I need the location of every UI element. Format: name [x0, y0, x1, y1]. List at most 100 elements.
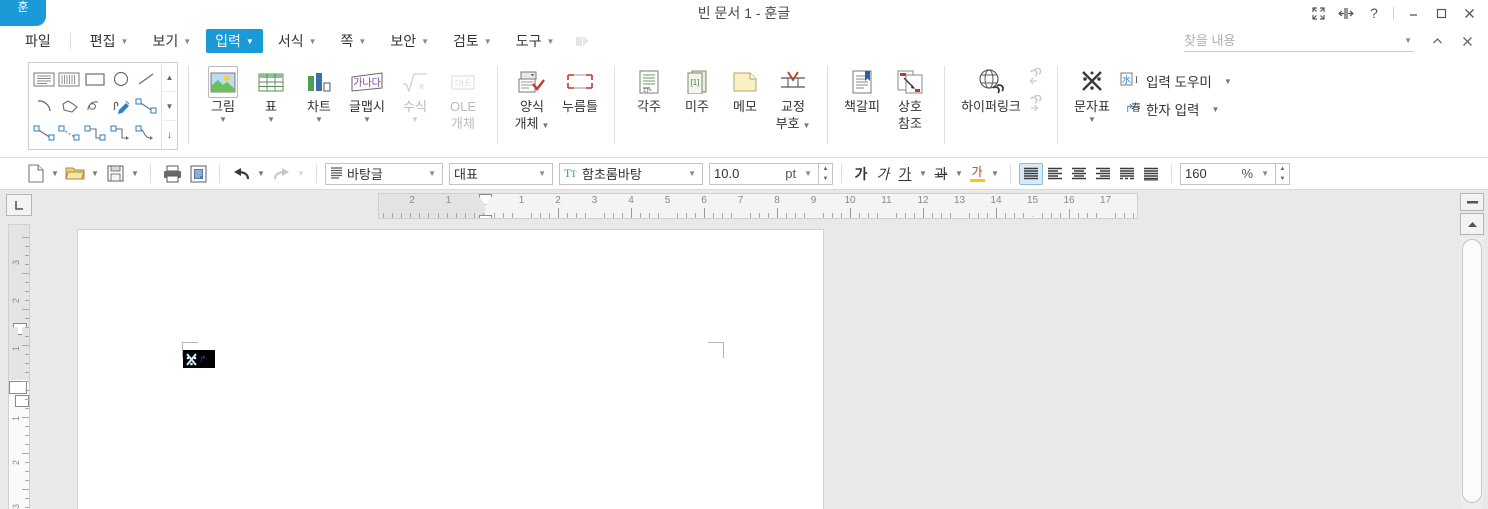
chevron-down-icon[interactable]: ▼ [219, 115, 227, 125]
font-size-select[interactable]: 10.0 pt ▼ [709, 162, 819, 185]
chevron-down-icon[interactable]: ▼ [363, 115, 371, 125]
line-spacing-stepper[interactable]: ▲ ▼ [1276, 162, 1290, 185]
menu-item-page[interactable]: 쪽 ▼ [332, 29, 376, 53]
menu-item-insert[interactable]: 입력 ▼ [206, 29, 263, 53]
field-button[interactable]: 누름틀 [556, 62, 604, 115]
undo-button[interactable] [228, 162, 254, 186]
ellipse-shape[interactable] [108, 66, 134, 93]
shapes-gallery-scrollbar[interactable]: ▲ ▼ ↓ [161, 63, 177, 149]
connector-elbow-shape[interactable] [82, 119, 108, 146]
ruler-tab-stop[interactable] [704, 208, 705, 218]
vertical-indent-marker[interactable] [9, 381, 27, 394]
underline-button[interactable]: 가 [894, 163, 916, 185]
menu-item-view[interactable]: 보기 ▼ [143, 29, 200, 53]
align-right-button[interactable] [1091, 163, 1115, 185]
line-spacing-select[interactable]: 160 % ▼ [1180, 162, 1276, 185]
open-document-button[interactable] [62, 162, 88, 186]
ruler-tab-stop[interactable] [631, 208, 632, 218]
ruler-tab-stop[interactable] [996, 208, 997, 218]
stepper-down-icon[interactable]: ▼ [1276, 174, 1289, 184]
highlight-dropdown-icon[interactable]: ▼ [988, 162, 1002, 186]
freeform-shape[interactable] [57, 93, 83, 120]
bold-button[interactable]: 가 [850, 163, 872, 185]
stepper-up-icon[interactable]: ▲ [819, 164, 832, 174]
print-preview-button[interactable] [185, 162, 211, 186]
endnote-button[interactable]: [1] 미주 [673, 62, 721, 115]
chevron-down-icon[interactable]: ▼ [1257, 169, 1273, 178]
ruler-tab-stop[interactable] [777, 208, 778, 218]
horizontal-ruler[interactable]: 210123456789101112131415161718 [378, 193, 1138, 219]
character-style-select[interactable]: 대표 ▼ [449, 162, 553, 185]
search-box[interactable]: ▼ [1184, 30, 1414, 52]
chevron-down-icon[interactable]: ▼ [534, 169, 550, 178]
save-document-dropdown-icon[interactable]: ▼ [128, 162, 142, 186]
ruler-tab-stop[interactable] [923, 208, 924, 218]
strikethrough-button[interactable]: 과 [930, 163, 952, 185]
menu-item-file[interactable]: 파일 [16, 29, 60, 53]
pen-shape[interactable] [108, 93, 134, 120]
picture-button[interactable]: 그림 ▼ [199, 62, 247, 125]
ribbon-toggle-icon[interactable] [1333, 1, 1359, 25]
expand-window-icon[interactable] [1305, 1, 1331, 25]
new-document-dropdown-icon[interactable]: ▼ [48, 162, 62, 186]
tab-type-button[interactable] [6, 194, 32, 216]
vertical-top-margin-marker[interactable] [13, 323, 27, 335]
highlight-button[interactable]: 가 [966, 163, 988, 185]
right-indent-marker[interactable] [1026, 216, 1040, 218]
wordart-button[interactable]: 가나다 글맵시 ▼ [343, 62, 391, 125]
font-family-select[interactable]: TT 함초롬바탕 ▼ [559, 162, 703, 185]
print-button[interactable] [159, 162, 185, 186]
menu-item-security[interactable]: 보안 ▼ [381, 29, 438, 53]
vertical-bottom-marker[interactable] [15, 395, 29, 407]
chevron-down-icon[interactable]: ▼ [267, 115, 275, 125]
align-divide-button[interactable] [1139, 163, 1163, 185]
table-button[interactable]: 표 ▼ [247, 62, 295, 125]
document-page[interactable]: ↱ [78, 230, 823, 509]
gallery-scroll-up-icon[interactable]: ▲ [162, 63, 177, 92]
hyperlink-button[interactable]: 하이퍼링크 [955, 62, 1027, 115]
align-distribute-button[interactable] [1115, 163, 1139, 185]
strikethrough-dropdown-icon[interactable]: ▼ [952, 162, 966, 186]
chevron-down-icon[interactable]: ▼ [1211, 105, 1219, 114]
maximize-icon[interactable] [1428, 1, 1454, 25]
scroll-up-button[interactable] [1460, 213, 1484, 235]
close-search-icon[interactable] [1454, 29, 1480, 53]
align-center-button[interactable] [1067, 163, 1091, 185]
menu-item-edit[interactable]: 편집 ▼ [81, 29, 138, 53]
menu-item-review[interactable]: 검토 ▼ [444, 29, 501, 53]
stepper-down-icon[interactable]: ▼ [819, 174, 832, 184]
ruler-tab-stop[interactable] [558, 208, 559, 218]
quick-correct-icon[interactable] [569, 29, 595, 53]
underline-dropdown-icon[interactable]: ▼ [916, 162, 930, 186]
polyline-shape[interactable] [133, 93, 159, 120]
chevron-down-icon[interactable]: ▼ [315, 115, 323, 125]
collapse-ribbon-icon[interactable] [1424, 29, 1450, 53]
character-table-button[interactable]: 문자표 ▼ [1068, 62, 1116, 125]
input-helper-button[interactable]: 水I 입력 도우미 ▼ [1116, 67, 1236, 95]
stepper-up-icon[interactable]: ▲ [1276, 164, 1289, 174]
ruler-tab-stop[interactable] [850, 208, 851, 218]
document-scroll-area[interactable]: ↱ [38, 222, 1456, 509]
hanja-input-button[interactable]: ↱ 春 한자 입력 ▼ [1116, 95, 1236, 123]
new-document-button[interactable] [22, 162, 48, 186]
footnote-button[interactable]: 1)= 각주 [625, 62, 673, 115]
align-justify-button[interactable] [1019, 162, 1043, 185]
form-object-button[interactable]: 양식 개체 ▼ [508, 62, 556, 132]
vertical-ruler[interactable]: 3 2 1 1 2 3 [8, 224, 30, 509]
scrollbar-thumb[interactable] [1462, 239, 1482, 503]
paragraph-style-select[interactable]: 바탕글 ▼ [325, 162, 443, 185]
chevron-down-icon[interactable]: ▼ [1088, 115, 1096, 125]
search-input[interactable] [1184, 30, 1380, 51]
vertical-textbox-shape[interactable] [57, 66, 83, 93]
connector-elbow-arrow-shape[interactable] [108, 119, 134, 146]
chart-button[interactable]: 차트 ▼ [295, 62, 343, 125]
cross-reference-button[interactable]: 상호 참조 [886, 62, 934, 132]
menu-item-format[interactable]: 서식 ▼ [269, 29, 326, 53]
arc-shape[interactable] [31, 93, 57, 120]
chevron-down-icon[interactable]: ▼ [1404, 36, 1414, 45]
open-document-dropdown-icon[interactable]: ▼ [88, 162, 102, 186]
bookmark-button[interactable]: 책갈피 [838, 62, 886, 115]
italic-button[interactable]: 가 [872, 163, 894, 185]
connector-line-shape[interactable] [31, 119, 57, 146]
chevron-down-icon[interactable]: ▼ [684, 169, 700, 178]
